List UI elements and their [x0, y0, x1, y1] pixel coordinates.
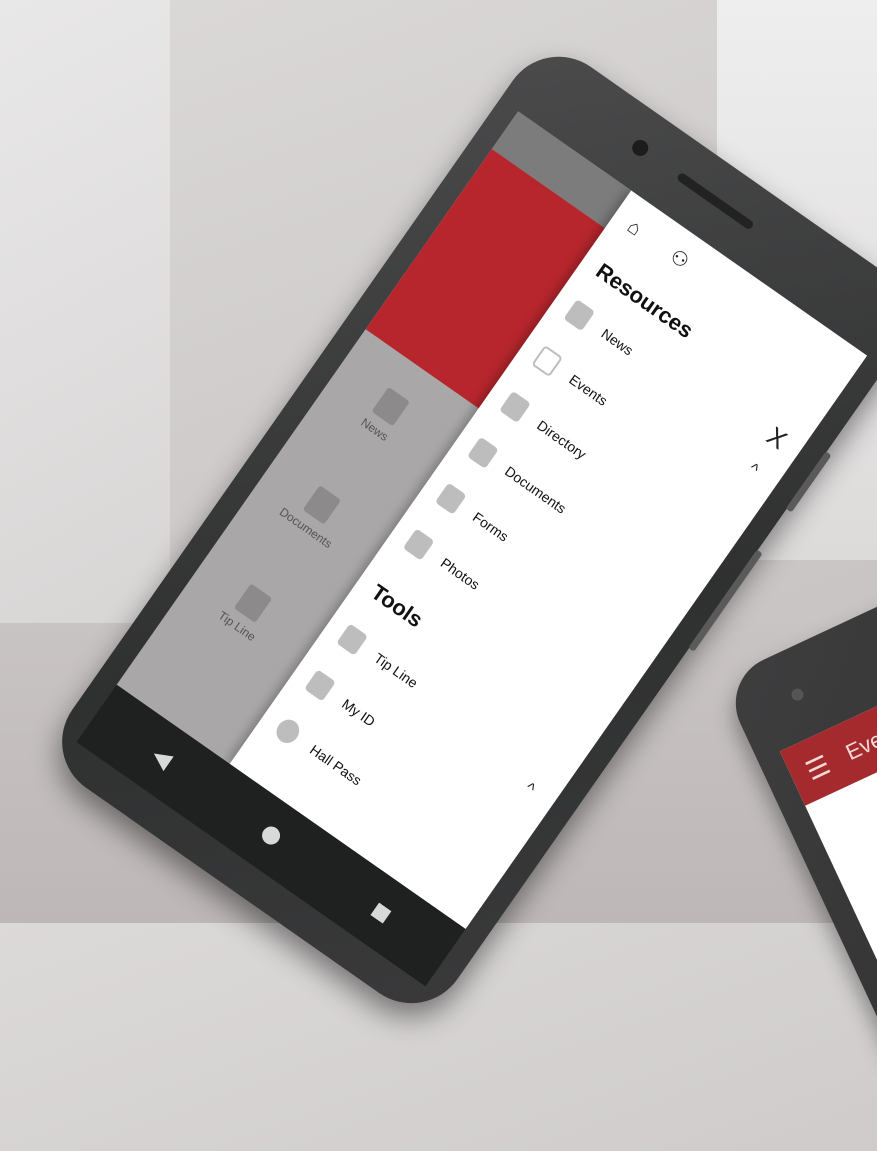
- document-icon: [302, 485, 342, 525]
- section-tools: Tools: [366, 579, 428, 633]
- photo-icon: [402, 528, 435, 561]
- newspaper-icon: [371, 386, 410, 427]
- document-icon: [466, 436, 499, 469]
- bg-tile-news[interactable]: News: [326, 363, 445, 467]
- envelope-icon: [336, 623, 368, 656]
- drawer-item-photos[interactable]: Photos: [402, 528, 485, 596]
- newspaper-icon: [563, 299, 596, 332]
- drawer-item-tip-line[interactable]: Tip Line: [336, 623, 423, 694]
- home-circle-icon[interactable]: [258, 823, 284, 849]
- bg-tile-tipline[interactable]: Tip Line: [188, 559, 307, 663]
- drawer-item-label: Directory: [534, 417, 590, 463]
- back-icon[interactable]: [149, 746, 174, 771]
- clock-icon: [271, 715, 304, 748]
- drawer-item-my-id[interactable]: My ID: [304, 669, 380, 733]
- home-icon[interactable]: ⌂: [623, 216, 654, 247]
- drawer-item-label: Events: [566, 371, 611, 409]
- drawer-item-directory[interactable]: Directory: [499, 390, 591, 466]
- drawer-item-label: Forms: [469, 508, 512, 545]
- drawer-item-label: Tip Line: [371, 649, 421, 692]
- close-drawer-button[interactable]: X: [761, 421, 792, 456]
- drawer-item-label: News: [598, 325, 637, 359]
- drawer-item-events[interactable]: Events: [531, 344, 613, 412]
- envelope-icon: [233, 583, 273, 623]
- front-camera: [789, 686, 806, 703]
- collapse-tools-caret[interactable]: ^: [521, 780, 538, 799]
- drawer-item-label: Documents: [502, 462, 570, 517]
- drawer-item-label: My ID: [339, 695, 379, 730]
- main-phone: Fort Chem News Documents Tip Line ⌂: [40, 34, 877, 1026]
- recent-apps-icon[interactable]: [370, 902, 392, 924]
- hamburger-menu-icon[interactable]: ☰: [801, 749, 835, 787]
- second-phone-title: Event: [841, 718, 877, 766]
- drawer-top-icons: ⌂ ⚇: [623, 216, 696, 276]
- front-camera: [629, 136, 652, 160]
- main-phone-wrapper: Fort Chem News Documents Tip Line ⌂: [0, 0, 877, 1026]
- bg-tile-documents[interactable]: Documents: [257, 461, 376, 565]
- collapse-resources-caret[interactable]: ^: [745, 460, 762, 479]
- id-card-icon: [304, 669, 336, 702]
- people-icon: [499, 390, 531, 424]
- speaker-grille: [675, 171, 755, 231]
- drawer-item-news[interactable]: News: [563, 299, 638, 362]
- drawer-item-label: Hall Pass: [307, 741, 365, 789]
- second-phone-header: ☰ Event: [779, 616, 877, 806]
- drawer-item-forms[interactable]: Forms: [434, 482, 514, 548]
- calendar-icon: [531, 344, 564, 378]
- form-icon: [434, 482, 467, 515]
- drawer-item-label: Photos: [437, 554, 483, 593]
- drawer-item-hall-pass[interactable]: Hall Pass: [271, 715, 367, 792]
- user-settings-icon[interactable]: ⚇: [666, 245, 697, 276]
